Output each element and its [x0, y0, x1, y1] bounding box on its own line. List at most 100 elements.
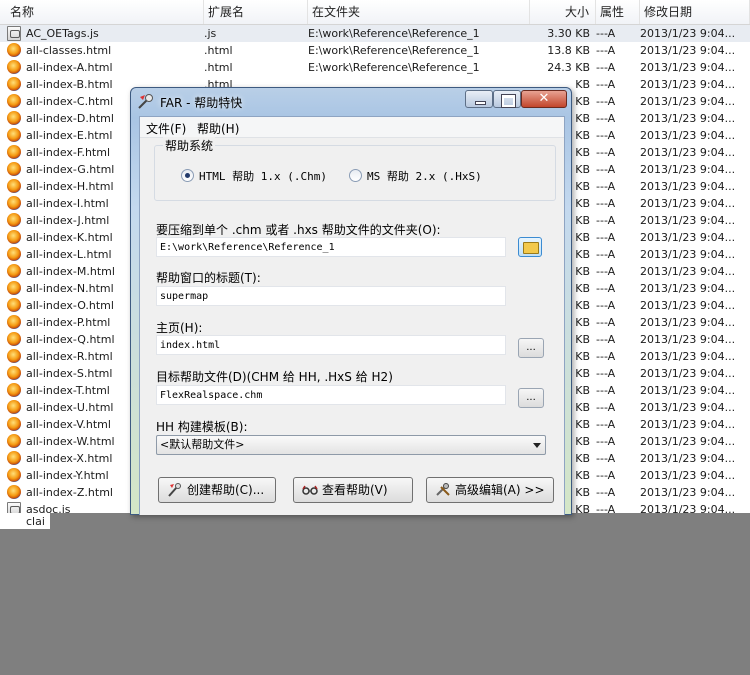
- far-dialog: FAR - 帮助特快 ✕ 文件(F) 帮助(H) 帮助系统 HTML 帮助 1.…: [130, 87, 572, 515]
- menu-file[interactable]: 文件(F): [146, 120, 186, 137]
- file-attr: ---A: [596, 418, 616, 431]
- file-attr: ---A: [596, 316, 616, 329]
- file-date: 2013/1/23 9:04...: [640, 401, 736, 414]
- file-size: 13.8 KB: [547, 44, 590, 57]
- file-date: 2013/1/23 9:04...: [640, 146, 736, 159]
- window-title-input[interactable]: supermap: [156, 286, 506, 306]
- view-help-button[interactable]: 查看帮助(V): [293, 477, 413, 503]
- file-name: clai: [26, 515, 45, 528]
- list-item[interactable]: clai: [0, 513, 50, 529]
- file-date: 2013/1/23 9:04...: [640, 469, 736, 482]
- file-attr: ---A: [596, 163, 616, 176]
- help-system-group: 帮助系统 HTML 帮助 1.x (.Chm) MS 帮助 2.x (.HxS): [154, 137, 556, 201]
- column-header: 名称 扩展名 在文件夹 大小 属性 修改日期: [0, 0, 750, 25]
- file-ext: .html: [204, 61, 233, 74]
- file-attr: ---A: [596, 146, 616, 159]
- wand-icon: [168, 483, 181, 497]
- file-attr: ---A: [596, 401, 616, 414]
- minimize-button[interactable]: [465, 90, 493, 108]
- file-attr: ---A: [596, 231, 616, 244]
- file-date: 2013/1/23 9:04...: [640, 197, 736, 210]
- file-attr: ---A: [596, 299, 616, 312]
- file-date: 2013/1/23 9:04...: [640, 384, 736, 397]
- close-button[interactable]: ✕: [521, 90, 567, 108]
- file-date: 2013/1/23 9:04...: [640, 452, 736, 465]
- home-page-input[interactable]: index.html: [156, 335, 506, 355]
- file-date: 2013/1/23 9:04...: [640, 367, 736, 380]
- target-file-label: 目标帮助文件(D)(CHM 给 HH, .HxS 给 H2): [156, 370, 393, 384]
- view-help-label: 查看帮助(V): [322, 483, 388, 497]
- radio-html-label: HTML 帮助 1.x (.Chm): [199, 170, 327, 183]
- menu-help[interactable]: 帮助(H): [197, 120, 239, 137]
- file-attr: ---A: [596, 95, 616, 108]
- template-value: <默认帮助文件>: [160, 438, 245, 451]
- home-page-label: 主页(H):: [156, 321, 203, 335]
- window-title: FAR - 帮助特快: [160, 96, 243, 110]
- chevron-down-icon: [533, 443, 541, 448]
- app-icon: [138, 94, 153, 109]
- file-attr: ---A: [596, 112, 616, 125]
- file-attr: ---A: [596, 265, 616, 278]
- folder-label: 要压缩到单个 .chm 或者 .hxs 帮助文件的文件夹(O):: [156, 223, 441, 237]
- file-ext: .html: [204, 44, 233, 57]
- file-attr: ---A: [596, 27, 616, 40]
- file-date: 2013/1/23 9:04...: [640, 44, 736, 57]
- file-date: 2013/1/23 9:04...: [640, 180, 736, 193]
- column-name[interactable]: 名称: [6, 0, 204, 24]
- file-attr: ---A: [596, 282, 616, 295]
- list-item[interactable]: all-index-A.html .html E:\work\Reference\R…: [0, 59, 750, 76]
- dialog-client: 文件(F) 帮助(H) 帮助系统 HTML 帮助 1.x (.Chm) MS 帮…: [139, 116, 565, 515]
- file-date: 2013/1/23 9:04...: [640, 95, 736, 108]
- column-date[interactable]: 修改日期: [640, 0, 750, 24]
- file-date: 2013/1/23 9:04...: [640, 27, 736, 40]
- file-date: 2013/1/23 9:04...: [640, 299, 736, 312]
- file-ext: .js: [204, 27, 217, 40]
- column-ext[interactable]: 扩展名: [204, 0, 308, 24]
- file-date: 2013/1/23 9:04...: [640, 503, 736, 513]
- file-attr: ---A: [596, 350, 616, 363]
- target-file-input[interactable]: FlexRealspace.chm: [156, 385, 506, 405]
- menu-bar: 文件(F) 帮助(H): [140, 117, 564, 138]
- file-location: E:\work\Reference\Reference_1: [308, 61, 480, 74]
- radio-unselected-icon: [349, 169, 362, 182]
- file-attr: ---A: [596, 367, 616, 380]
- column-size[interactable]: 大小: [530, 0, 596, 24]
- file-attr: ---A: [596, 78, 616, 91]
- template-select[interactable]: <默认帮助文件>: [156, 435, 546, 455]
- home-browse-button[interactable]: ...: [518, 338, 544, 358]
- create-help-button[interactable]: 创建帮助(C)...: [158, 477, 276, 503]
- file-attr: ---A: [596, 129, 616, 142]
- file-attr: ---A: [596, 469, 616, 482]
- file-date: 2013/1/23 9:04...: [640, 231, 736, 244]
- file-location: E:\work\Reference\Reference_1: [308, 44, 480, 57]
- file-attr: ---A: [596, 435, 616, 448]
- file-attr: ---A: [596, 197, 616, 210]
- radio-ms-help[interactable]: MS 帮助 2.x (.HxS): [349, 168, 482, 184]
- advanced-edit-button[interactable]: 高级编辑(A) >>: [426, 477, 554, 503]
- column-location[interactable]: 在文件夹: [308, 0, 530, 24]
- file-attr: ---A: [596, 248, 616, 261]
- create-help-label: 创建帮助(C)...: [187, 483, 265, 497]
- file-date: 2013/1/23 9:04...: [640, 248, 736, 261]
- radio-ms-label: MS 帮助 2.x (.HxS): [367, 170, 482, 183]
- folder-input[interactable]: E:\work\Reference\Reference_1: [156, 237, 506, 257]
- file-list-tail: clai: [0, 513, 50, 529]
- file-date: 2013/1/23 9:04...: [640, 435, 736, 448]
- file-size: 24.3 KB: [547, 61, 590, 74]
- file-attr: ---A: [596, 452, 616, 465]
- file-attr: ---A: [596, 503, 616, 513]
- title-bar[interactable]: FAR - 帮助特快 ✕: [131, 88, 571, 116]
- target-browse-button[interactable]: ...: [518, 388, 544, 408]
- maximize-button[interactable]: [493, 90, 521, 108]
- column-attr[interactable]: 属性: [596, 0, 640, 24]
- file-attr: ---A: [596, 486, 616, 499]
- file-date: 2013/1/23 9:04...: [640, 333, 736, 346]
- template-label: HH 构建模板(B):: [156, 420, 248, 434]
- list-item[interactable]: AC_OETags.js .js E:\work\Reference\Referen…: [0, 25, 750, 42]
- browse-folder-button[interactable]: [518, 237, 542, 257]
- file-size: 3.30 KB: [547, 27, 590, 40]
- list-item[interactable]: all-classes.html .html E:\work\Reference\R…: [0, 42, 750, 59]
- radio-html-help[interactable]: HTML 帮助 1.x (.Chm): [181, 168, 327, 184]
- file-attr: ---A: [596, 214, 616, 227]
- file-date: 2013/1/23 9:04...: [640, 418, 736, 431]
